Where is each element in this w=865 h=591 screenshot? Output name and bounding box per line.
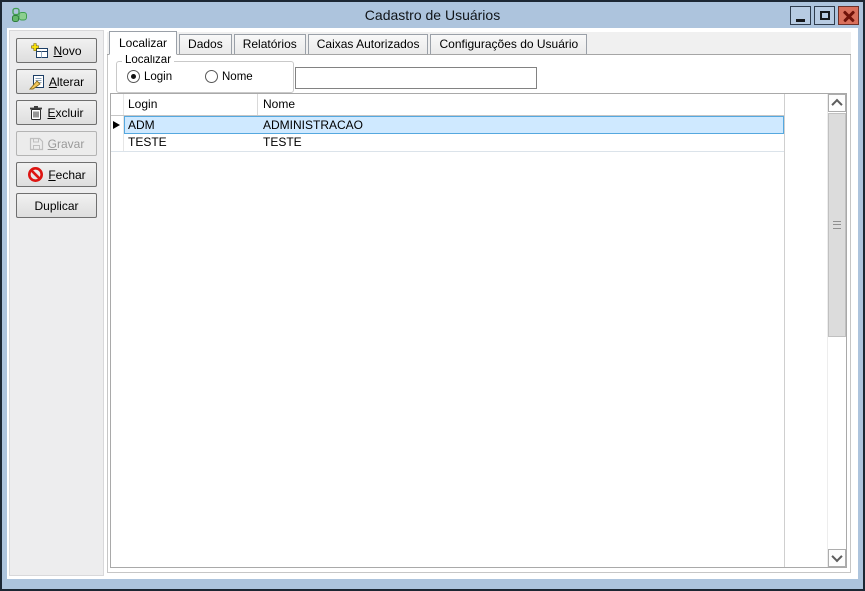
- cell-login: TESTE: [124, 134, 258, 151]
- new-record-icon: [31, 43, 49, 59]
- gravar-button[interactable]: Gravar: [16, 131, 97, 156]
- grid-header-login: Login: [124, 94, 258, 115]
- fechar-button[interactable]: Fechar: [16, 162, 97, 187]
- scrollbar-gripper-icon: [833, 221, 841, 229]
- cell-nome: ADMINISTRACAO: [258, 116, 784, 134]
- close-icon: [843, 10, 855, 22]
- novo-label: Novo: [53, 44, 81, 58]
- tab-page-localizar: Localizar Login Nome: [107, 55, 851, 573]
- users-grid-container: Login Nome ADM ADMINISTRACAO TESTE TESTE: [110, 93, 847, 568]
- tab-configuracoes-usuario[interactable]: Configurações do Usuário: [430, 34, 587, 54]
- row-indicator-cell: [111, 116, 124, 134]
- radio-login-label: Login: [144, 71, 172, 83]
- scrollbar-thumb[interactable]: [828, 113, 846, 337]
- minimize-icon: [796, 19, 805, 22]
- edit-icon: [29, 74, 45, 90]
- radio-login[interactable]: Login: [127, 70, 172, 83]
- tab-strip: Localizar Dados Relatórios Caixas Autori…: [107, 32, 851, 55]
- tab-control: Localizar Dados Relatórios Caixas Autori…: [107, 32, 851, 573]
- window-content: Novo Alterar: [7, 28, 858, 579]
- title-bar: Cadastro de Usuários: [2, 2, 863, 28]
- maximize-button[interactable]: [814, 6, 835, 25]
- excluir-button[interactable]: Excluir: [16, 100, 97, 125]
- alterar-button[interactable]: Alterar: [16, 69, 97, 94]
- tab-localizar[interactable]: Localizar: [109, 31, 177, 55]
- save-icon: [29, 137, 44, 151]
- cell-nome: TESTE: [258, 134, 784, 151]
- chevron-up-icon: [831, 99, 842, 110]
- radio-nome-circle-icon: [205, 70, 218, 83]
- trash-icon: [29, 105, 43, 121]
- excluir-label: Excluir: [47, 106, 83, 120]
- grid-indicator-header: [111, 94, 124, 115]
- radio-nome-label: Nome: [222, 71, 253, 83]
- duplicar-label: Duplicar: [34, 199, 78, 213]
- novo-button[interactable]: Novo: [16, 38, 97, 63]
- alterar-label: Alterar: [49, 75, 84, 89]
- groupbox-label: Localizar: [122, 54, 174, 66]
- gravar-label: Gravar: [48, 137, 85, 151]
- radio-nome[interactable]: Nome: [205, 70, 253, 83]
- maximize-icon: [820, 11, 830, 20]
- grid-header-nome: Nome: [258, 94, 784, 115]
- close-button[interactable]: [838, 6, 859, 25]
- table-row[interactable]: TESTE TESTE: [111, 134, 784, 152]
- scroll-down-button[interactable]: [828, 549, 846, 567]
- table-row[interactable]: ADM ADMINISTRACAO: [111, 116, 784, 134]
- current-row-arrow-icon: [113, 121, 120, 129]
- cancel-icon: [27, 166, 44, 183]
- vertical-scrollbar[interactable]: [827, 94, 846, 567]
- action-sidebar: Novo Alterar: [9, 30, 104, 576]
- search-input[interactable]: [295, 67, 537, 89]
- cell-login: ADM: [124, 116, 258, 134]
- duplicar-button[interactable]: Duplicar: [16, 193, 97, 218]
- app-window: Cadastro de Usuários Novo: [0, 0, 865, 591]
- tab-dados[interactable]: Dados: [179, 34, 232, 54]
- fechar-label: Fechar: [48, 168, 85, 182]
- grid-header-row: Login Nome: [111, 94, 784, 116]
- chevron-down-icon: [831, 551, 842, 562]
- window-title: Cadastro de Usuários: [2, 2, 863, 28]
- window-controls: [790, 6, 859, 25]
- minimize-button[interactable]: [790, 6, 811, 25]
- radio-login-circle-icon: [127, 70, 140, 83]
- tab-relatorios[interactable]: Relatórios: [234, 34, 306, 54]
- scroll-up-button[interactable]: [828, 94, 846, 112]
- tab-caixas-autorizados[interactable]: Caixas Autorizados: [308, 34, 429, 54]
- localizar-groupbox: Localizar Login Nome: [116, 61, 294, 93]
- row-indicator-cell: [111, 134, 124, 151]
- users-grid: Login Nome ADM ADMINISTRACAO TESTE TESTE: [111, 94, 785, 567]
